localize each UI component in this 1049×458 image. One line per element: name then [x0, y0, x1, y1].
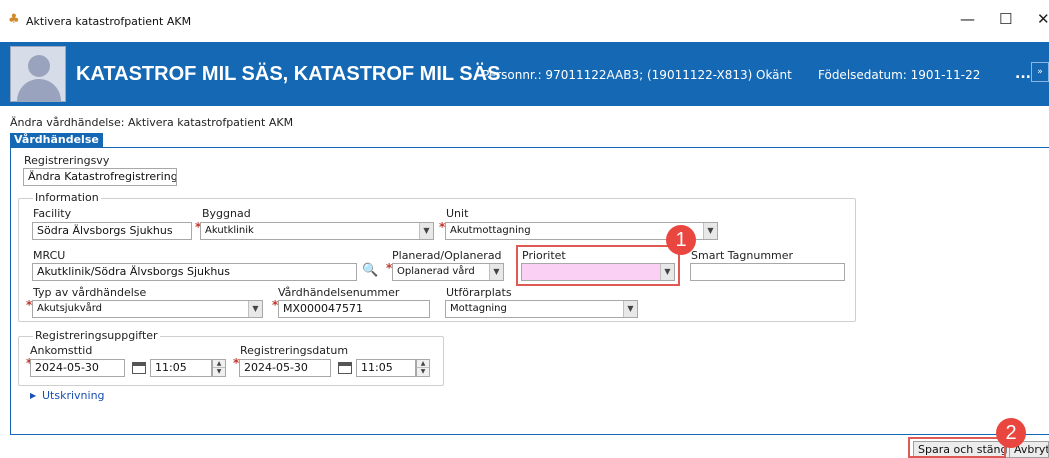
- smart-tagnummer-field[interactable]: [690, 263, 845, 281]
- avatar-body-icon: [17, 79, 61, 101]
- more-icon[interactable]: ...: [1015, 66, 1031, 82]
- mrcu-field[interactable]: Akutklinik/Södra Älvsborgs Sjukhus: [32, 263, 357, 281]
- expand-header-button[interactable]: »: [1031, 62, 1049, 82]
- chevron-down-icon: ▼: [248, 301, 262, 317]
- search-icon[interactable]: 🔍: [362, 263, 378, 278]
- personnr: Personnr.: 97011122AAB3; (19011122-X813): [482, 68, 753, 82]
- facility-field[interactable]: Södra Älvsborgs Sjukhus: [32, 222, 192, 240]
- utforarplats-select[interactable]: Mottagning ▼: [445, 300, 638, 318]
- window-title: Aktivera katastrofpatient AKM: [26, 15, 192, 28]
- calendar-icon[interactable]: [338, 362, 352, 374]
- byggnad-select[interactable]: Akutklinik ▼: [200, 222, 434, 240]
- vardhandelsenummer-field[interactable]: MX000047571: [278, 300, 430, 318]
- ankomst-time-stepper[interactable]: ▲ ▼: [212, 359, 226, 377]
- reg-time-stepper[interactable]: ▲ ▼: [416, 359, 430, 377]
- avatar: [10, 46, 66, 102]
- chevron-up-icon[interactable]: ▲: [213, 360, 225, 368]
- chevron-down-icon: ▼: [703, 223, 717, 239]
- chevron-up-icon[interactable]: ▲: [417, 360, 429, 368]
- ankomst-date-field[interactable]: 2024-05-30: [30, 359, 125, 377]
- utforarplats-label: Utförarplats: [446, 286, 512, 299]
- annotation-highlight-save: [908, 437, 1006, 458]
- registreringsvy-label: Registreringsvy: [24, 154, 110, 167]
- chevron-down-icon: ▼: [623, 301, 637, 317]
- reg-time-field[interactable]: 11:05: [356, 359, 416, 377]
- unit-label: Unit: [446, 207, 469, 220]
- typ-value: Akutsjukvård: [37, 303, 103, 314]
- maximize-button[interactable]: ☐: [999, 10, 1012, 28]
- gender: Okänt: [756, 68, 792, 82]
- utforarplats-value: Mottagning: [450, 303, 507, 314]
- chevron-down-icon[interactable]: ▼: [213, 368, 225, 376]
- planerad-value: Oplanerad vård: [397, 266, 475, 277]
- information-legend: Information: [33, 191, 101, 204]
- byggnad-label: Byggnad: [202, 207, 251, 220]
- annotation-highlight-prioritet: [516, 245, 680, 286]
- facility-label: Facility: [33, 207, 72, 220]
- vardhandelsenummer-label: Vårdhändelsenummer: [278, 286, 400, 299]
- chevron-down-icon: ▼: [489, 264, 503, 280]
- smart-tagnummer-label: Smart Tagnummer: [691, 249, 794, 262]
- birthdate: Födelsedatum: 1901-11-22: [818, 68, 981, 82]
- planerad-label: Planerad/Oplanerad: [392, 249, 502, 262]
- minimize-button[interactable]: —: [960, 10, 975, 28]
- chevron-down-icon[interactable]: ▼: [417, 368, 429, 376]
- registrering-legend: Registreringsuppgifter: [33, 329, 160, 342]
- ankomst-time-field[interactable]: 11:05: [150, 359, 212, 377]
- unit-value: Akutmottagning: [450, 225, 531, 236]
- registreringsvy-field[interactable]: Ändra Katastrofregistrering: [23, 168, 177, 186]
- chevron-right-icon[interactable]: ▶: [30, 391, 36, 400]
- page-title: Ändra vårdhändelse: Aktivera katastrofpa…: [10, 116, 294, 129]
- registreringsdatum-label: Registreringsdatum: [240, 344, 349, 357]
- avatar-head-icon: [28, 55, 50, 77]
- typ-label: Typ av vårdhändelse: [33, 286, 147, 299]
- utskrivning-expander[interactable]: Utskrivning: [42, 389, 105, 402]
- calendar-icon[interactable]: [132, 362, 146, 374]
- annotation-badge-2: 2: [996, 418, 1026, 448]
- typ-select[interactable]: Akutsjukvård ▼: [32, 300, 263, 318]
- ankomsttid-label: Ankomsttid: [30, 344, 93, 357]
- reg-date-field[interactable]: 2024-05-30: [239, 359, 331, 377]
- patient-name: KATASTROF MIL SÄS, KATASTROF MIL SÄS: [76, 63, 501, 85]
- mrcu-label: MRCU: [33, 249, 66, 262]
- byggnad-value: Akutklinik: [205, 225, 254, 236]
- planerad-select[interactable]: Oplanerad vård ▼: [392, 263, 504, 281]
- chevron-down-icon: ▼: [419, 223, 433, 239]
- close-button[interactable]: ✕: [1037, 10, 1049, 28]
- tab-vardhandelse[interactable]: Vårdhändelse: [10, 133, 103, 147]
- app-icon: ♣: [8, 12, 20, 27]
